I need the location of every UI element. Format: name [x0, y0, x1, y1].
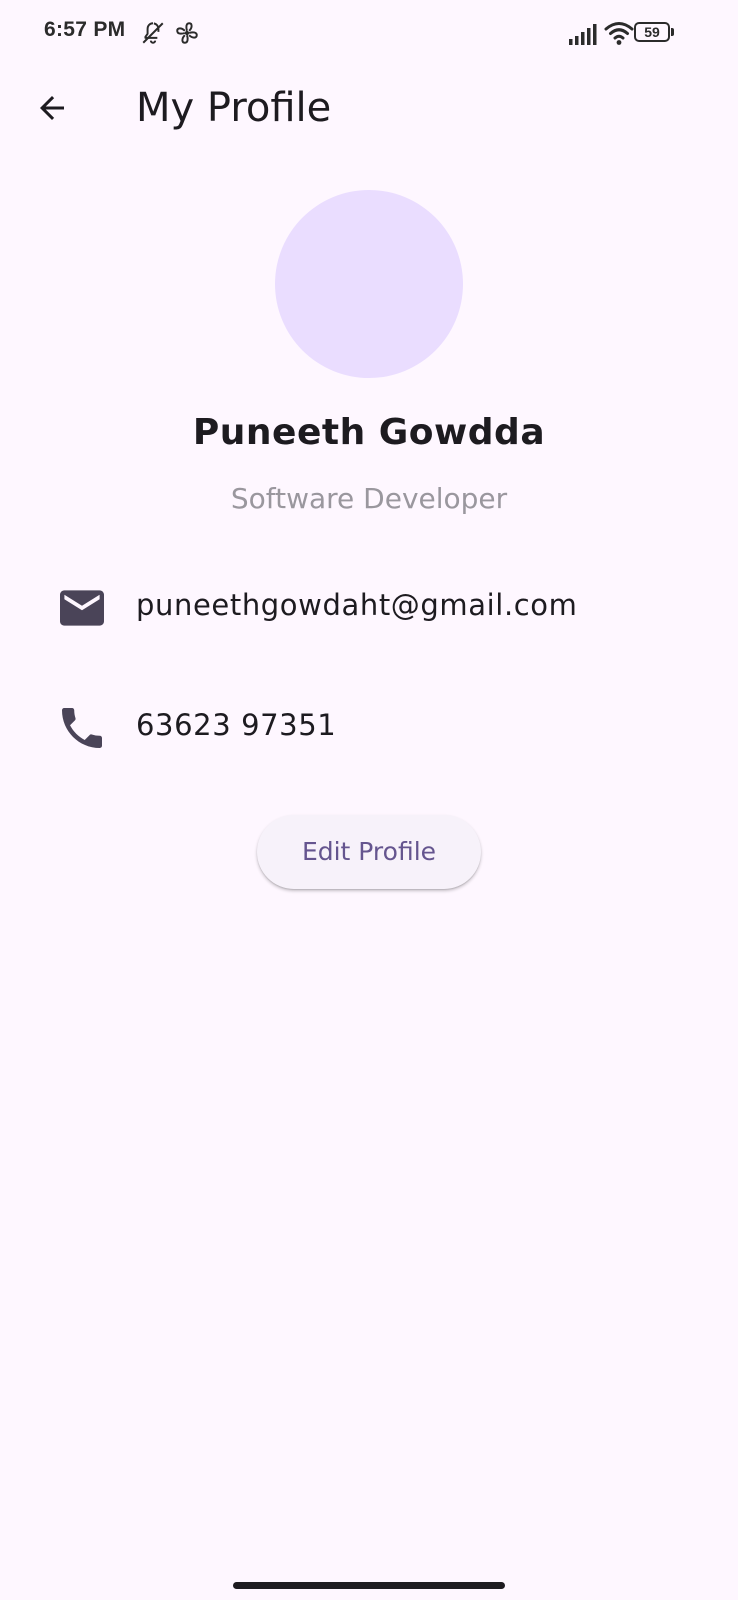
- app-bar: My Profile: [0, 68, 738, 148]
- avatar: [275, 190, 463, 378]
- fan-icon: [176, 22, 198, 44]
- profile-role: Software Developer: [230, 482, 508, 515]
- email-row: puneethgowdaht@gmail.com: [0, 570, 738, 642]
- home-indicator[interactable]: [233, 1582, 505, 1589]
- bell-off-icon: [142, 22, 164, 44]
- back-button[interactable]: [24, 80, 80, 136]
- edit-profile-button[interactable]: Edit Profile: [257, 815, 481, 889]
- battery-tip: [671, 28, 674, 36]
- wifi-icon: [604, 22, 634, 45]
- phone-value: 63623 97351: [136, 708, 337, 742]
- signal-icon: [569, 24, 597, 45]
- phone-icon: [60, 708, 104, 748]
- battery-level: 59: [634, 22, 670, 42]
- profile-name: Puneeth Gowdda: [192, 412, 546, 453]
- status-time: 6:57 PM: [44, 18, 126, 41]
- mail-icon: [60, 588, 104, 628]
- page-title: My Profile: [136, 85, 332, 131]
- battery-icon: 59: [634, 22, 674, 44]
- arrow-back-icon: [40, 96, 64, 120]
- phone-row: 63623 97351: [0, 690, 738, 762]
- email-value: puneethgowdaht@gmail.com: [136, 588, 578, 622]
- status-bar: 6:57 PM 59: [0, 0, 738, 68]
